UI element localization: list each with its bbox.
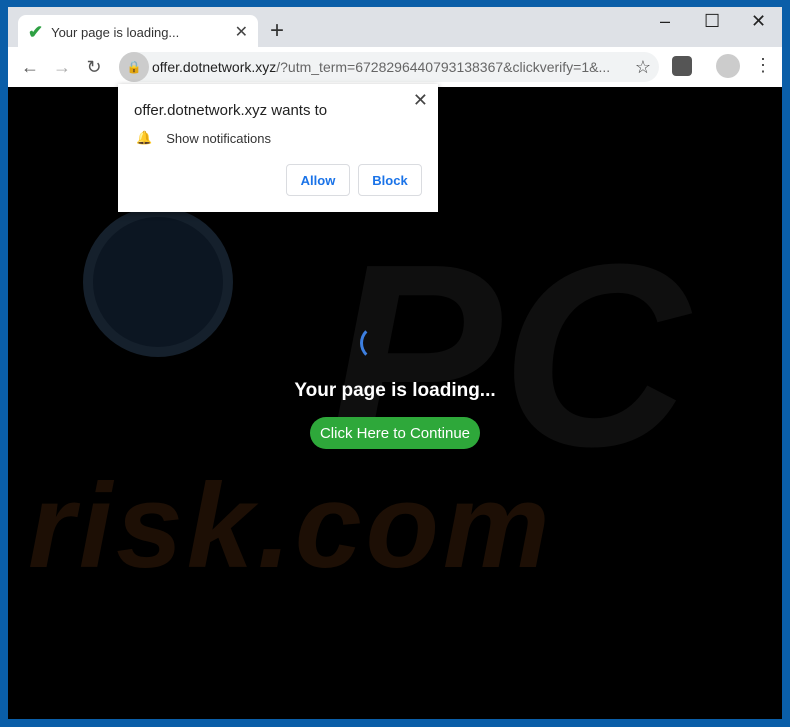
tab-title: Your page is loading... — [51, 24, 180, 40]
bookmark-star-icon[interactable]: ☆ — [635, 57, 651, 78]
permission-label: Show notifications — [166, 130, 271, 146]
forward-button[interactable]: → — [46, 57, 78, 78]
close-window-button[interactable]: ✕ — [751, 11, 766, 32]
watermark-magnifier — [83, 207, 233, 357]
popup-close-icon[interactable]: ✕ — [413, 90, 428, 111]
close-tab-icon[interactable]: ✕ — [235, 22, 248, 42]
reload-button[interactable]: ↻ — [78, 57, 110, 78]
url-host: offer.dotnetwork.xyz — [152, 59, 277, 75]
new-tab-button[interactable]: + — [270, 17, 284, 45]
popup-title: offer.dotnetwork.xyz wants to — [134, 102, 328, 119]
extension-icon[interactable] — [672, 56, 692, 76]
minimize-button[interactable]: – — [660, 11, 670, 32]
loading-spinner — [360, 325, 396, 361]
notification-permission-popup: offer.dotnetwork.xyz wants to ✕ 🔔 Show no… — [118, 84, 438, 212]
tab-active[interactable]: ✔ Your page is loading... ✕ — [18, 15, 258, 49]
watermark-logo: risk.com — [28, 459, 554, 593]
profile-avatar[interactable] — [716, 54, 740, 78]
url-path: /?utm_term=6728296440793138367&clickveri… — [276, 59, 611, 75]
back-button[interactable]: ← — [14, 57, 46, 78]
allow-button[interactable]: Allow — [286, 164, 350, 196]
loading-heading: Your page is loading... — [294, 380, 496, 401]
tab-bar: ✔ Your page is loading... ✕ + – ☐ ✕ — [8, 7, 782, 49]
browser-window: ✔ Your page is loading... ✕ + – ☐ ✕ ← → … — [8, 7, 782, 719]
address-bar[interactable]: 🔒 offer.dotnetwork.xyz /?utm_term=672829… — [119, 52, 659, 82]
block-button[interactable]: Block — [358, 164, 422, 196]
lock-icon[interactable]: 🔒 — [119, 52, 149, 82]
toolbar: ← → ↻ 🔒 offer.dotnetwork.xyz /?utm_term=… — [8, 47, 782, 87]
menu-kebab-icon[interactable]: ⋮ — [754, 55, 772, 76]
bell-icon: 🔔 — [136, 130, 153, 145]
maximize-button[interactable]: ☐ — [704, 11, 720, 32]
continue-button[interactable]: Click Here to Continue — [310, 417, 480, 449]
checkmark-icon: ✔ — [28, 21, 44, 42]
